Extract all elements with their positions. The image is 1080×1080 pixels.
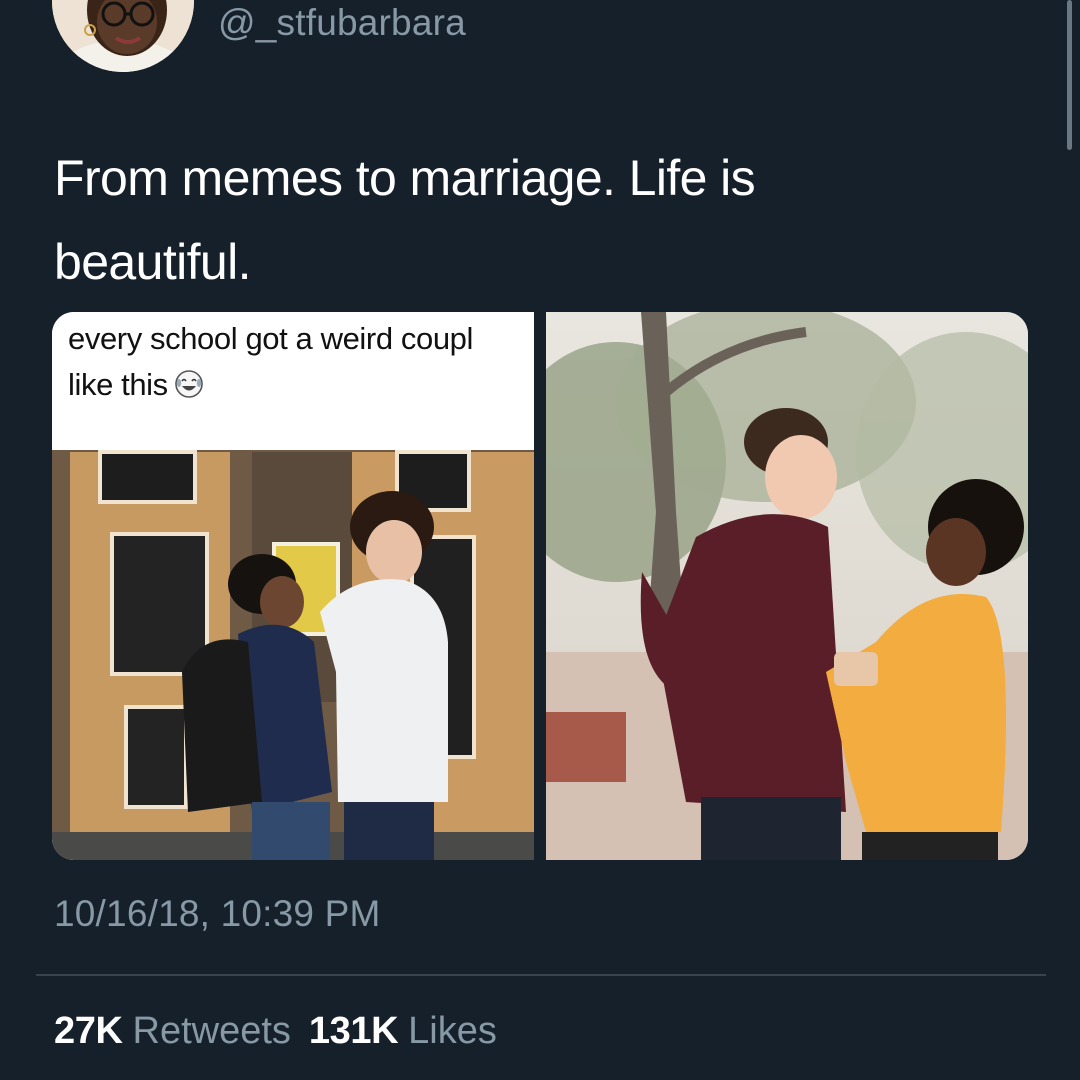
meme-caption-line1: every school got a weird coupl (68, 321, 474, 356)
avatar[interactable] (52, 0, 194, 72)
user-handle[interactable]: @_stfubarbara (218, 2, 466, 44)
tweet-timestamp[interactable]: 10/16/18, 10:39 PM (54, 893, 381, 935)
meme-caption: every school got a weird coupl like this (68, 316, 534, 408)
tweet-stats: 27K Retweets 131K Likes (54, 1010, 515, 1053)
retweets-count[interactable]: 27K (54, 1010, 123, 1052)
divider (36, 974, 1046, 976)
tweet-text: From memes to marriage. Life is beautifu… (54, 150, 756, 290)
likes-label[interactable]: Likes (408, 1010, 497, 1052)
tweet-media[interactable]: every school got a weird coupl like this (52, 312, 1028, 860)
meme-caption-line2: like this (68, 367, 168, 402)
wedding-photo[interactable] (546, 312, 1028, 860)
retweets-label[interactable]: Retweets (133, 1010, 291, 1052)
laughing-crying-emoji-icon (174, 369, 204, 399)
couple-image (546, 312, 1028, 860)
scrollbar[interactable] (1067, 0, 1072, 150)
avatar-image (52, 0, 194, 72)
meme-photo[interactable]: every school got a weird coupl like this (52, 312, 534, 860)
likes-count[interactable]: 131K (309, 1010, 399, 1052)
